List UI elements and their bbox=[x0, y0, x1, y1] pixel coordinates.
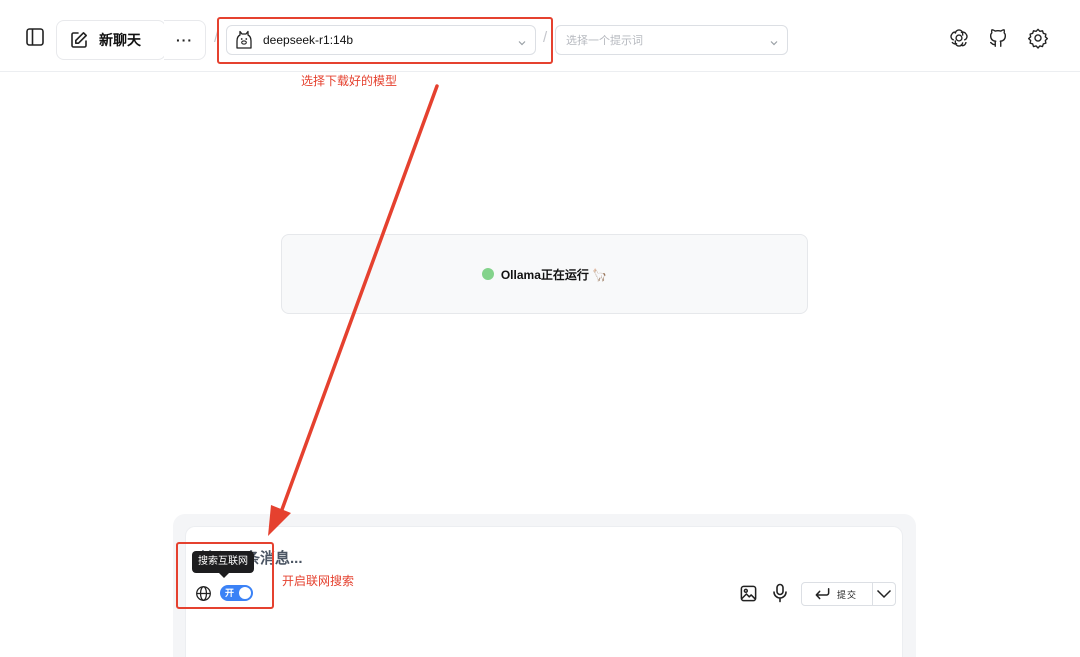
annotation-arrow bbox=[268, 84, 439, 536]
